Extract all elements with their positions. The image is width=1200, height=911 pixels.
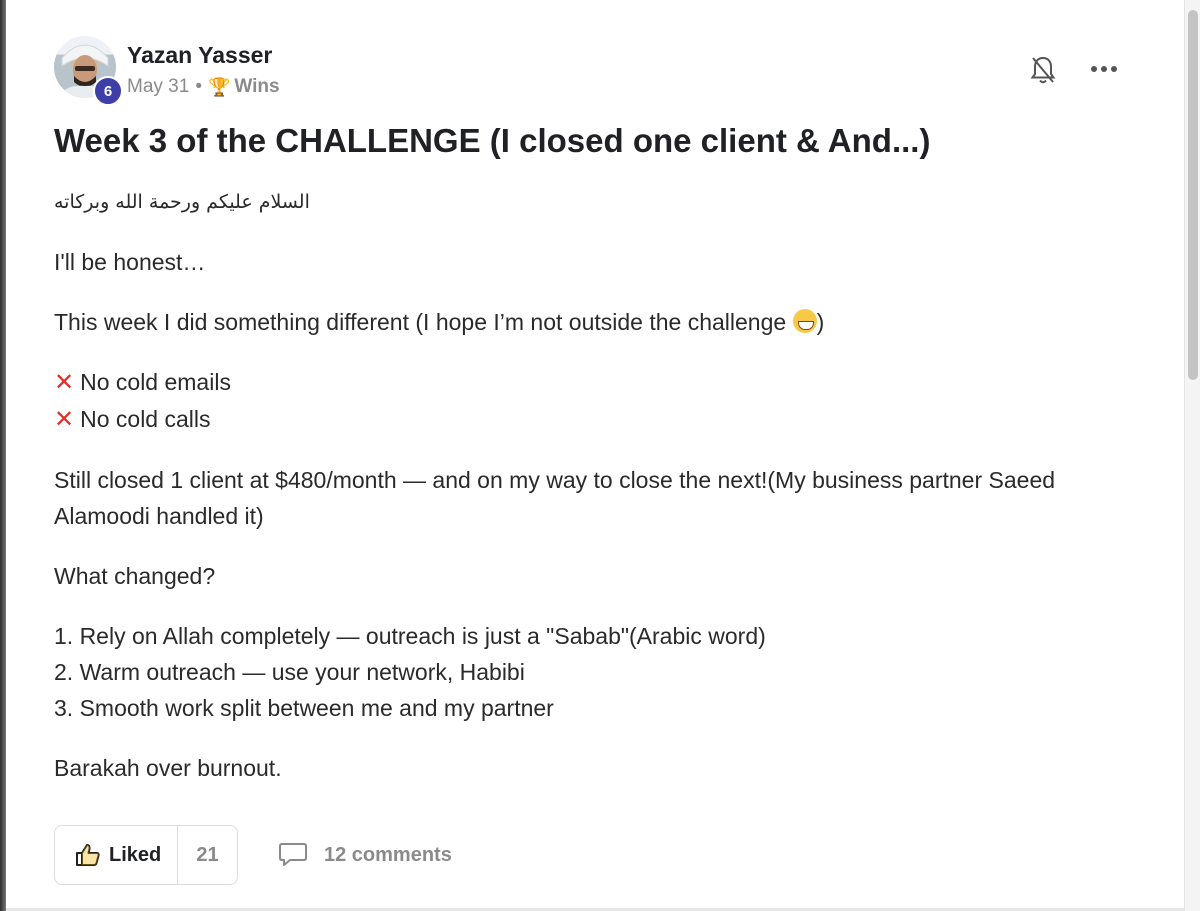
more-options-button[interactable] (1088, 58, 1120, 80)
author-avatar[interactable]: 6 (54, 36, 123, 106)
screen: 6 Yazan Yasser May 31 • 🏆 Wins Week 3 of… (0, 0, 1200, 911)
comments-label: 12 comments (324, 843, 452, 866)
post-meta: May 31 • 🏆 Wins (127, 76, 280, 98)
like-count[interactable]: 21 (178, 826, 237, 884)
comments-button[interactable]: 12 comments (278, 838, 452, 872)
list-item: 3. Smooth work split between me and my p… (54, 695, 554, 721)
post-date[interactable]: May 31 (127, 76, 189, 98)
cross-mark-icon: ✕ (54, 369, 75, 396)
greeting-text: السلام عليكم ورحمة الله وبركاته (54, 191, 310, 213)
grinning-sweat-emoji-icon (792, 309, 817, 333)
x-list: ✕ No cold emails ✕ No cold calls (54, 364, 1134, 438)
comment-icon (279, 843, 307, 866)
author-name[interactable]: Yazan Yasser (127, 42, 272, 69)
paragraph: I'll be honest… (54, 249, 206, 275)
post-card: 6 Yazan Yasser May 31 • 🏆 Wins Week 3 of… (6, 0, 1184, 911)
list-item: 2. Warm outreach — use your network, Hab… (54, 659, 525, 685)
thumbs-up-icon (76, 844, 100, 866)
list-item: ✕ No cold calls (54, 401, 1134, 438)
category-link[interactable]: Wins (234, 76, 279, 98)
level-badge: 6 (93, 76, 123, 106)
paragraph: This week I did something different (I h… (54, 304, 1134, 340)
list-item: ✕ No cold emails (54, 364, 1134, 401)
paragraph: What changed? (54, 563, 216, 589)
paragraph-text: ) (816, 309, 825, 335)
paragraph: Still closed 1 client at $480/month — an… (54, 467, 1056, 529)
like-label: Liked (109, 843, 162, 866)
bell-off-icon (1030, 56, 1056, 84)
cross-mark-icon: ✕ (54, 406, 75, 433)
post-body: السلام عليكم ورحمة الله وبركاته I'll be … (54, 184, 1134, 810)
scrollbar-thumb[interactable] (1188, 10, 1198, 380)
paragraph: Barakah over burnout. (54, 755, 282, 781)
notifications-off-button[interactable] (1028, 53, 1058, 87)
list-item: 1. Rely on Allah completely — outreach i… (54, 623, 766, 649)
like-button[interactable]: Liked (55, 826, 178, 884)
list-item-text: No cold emails (80, 369, 231, 395)
numbered-list: 1. Rely on Allah completely — outreach i… (54, 618, 1134, 726)
post-title: Week 3 of the CHALLENGE (I closed one cl… (54, 122, 931, 159)
list-item-text: No cold calls (80, 406, 211, 432)
paragraph-text: This week I did something different (I h… (54, 309, 793, 335)
more-horizontal-icon (1091, 66, 1117, 72)
like-group: Liked 21 (54, 825, 238, 885)
trophy-icon: 🏆 (207, 76, 231, 97)
meta-separator: • (195, 76, 202, 97)
